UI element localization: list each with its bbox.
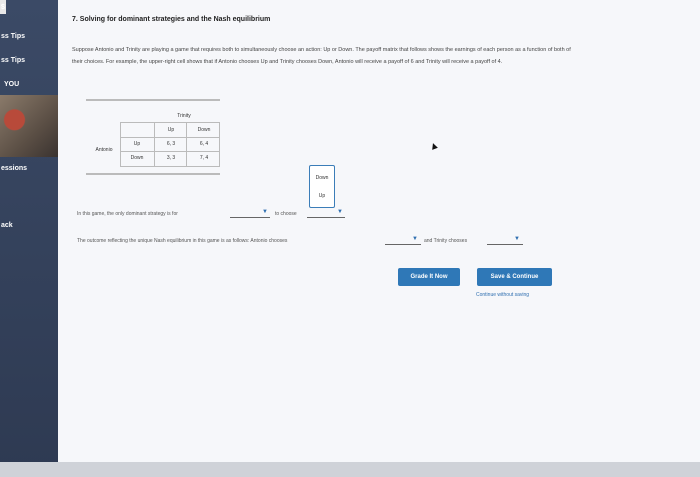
- sidebar-item-dollar[interactable]: $: [1, 4, 5, 11]
- dropdown-option-up[interactable]: Up: [310, 193, 334, 199]
- grade-it-now-button[interactable]: Grade It Now: [398, 268, 460, 286]
- sidebar-item-back[interactable]: ack: [1, 222, 13, 229]
- chevron-down-icon[interactable]: ▼: [262, 209, 268, 215]
- matrix-row-player: Antonio: [95, 147, 113, 153]
- sidebar-item-sessions[interactable]: essions: [1, 165, 27, 172]
- matrix-cell-down-up: 3, 3: [166, 155, 176, 161]
- matrix-cell-down-down: 7, 4: [199, 155, 209, 161]
- strategy-dropdown-menu[interactable]: Down Up: [309, 165, 335, 208]
- sidebar-item-tips-2[interactable]: ss Tips: [1, 57, 25, 64]
- matrix-cell-up-down: 6, 4: [199, 141, 209, 147]
- sidebar: $ ss Tips ss Tips YOU essions ack: [0, 0, 58, 477]
- matrix-col-header-down: Down: [197, 127, 211, 133]
- question-paragraph: Suppose Antonio and Trinity are playing …: [72, 47, 571, 65]
- matrix-col-header-up: Up: [167, 127, 175, 133]
- dropdown-option-down[interactable]: Down: [310, 175, 334, 181]
- matrix-row-header-up: Up: [133, 141, 141, 147]
- chevron-down-icon[interactable]: ▼: [412, 236, 418, 242]
- sentence1-middle: to choose: [275, 211, 297, 217]
- question-title: 7. Solving for dominant strategies and t…: [72, 16, 271, 23]
- sidebar-item-you[interactable]: YOU: [4, 81, 19, 88]
- chevron-down-icon[interactable]: ▼: [337, 209, 343, 215]
- sentence2-middle: and Trinity chooses: [424, 238, 468, 244]
- bottom-bar: [0, 462, 700, 477]
- matrix-top-rule: [86, 99, 220, 101]
- sidebar-item-tips-1[interactable]: ss Tips: [1, 33, 25, 40]
- matrix-cell-up-up: 6, 3: [166, 141, 176, 147]
- continue-without-saving-link[interactable]: Continue without saving: [476, 292, 529, 298]
- sentence2-prefix: The outcome reflecting the unique Nash e…: [77, 238, 288, 244]
- chevron-down-icon[interactable]: ▼: [514, 236, 520, 242]
- sidebar-photo: [0, 95, 58, 157]
- sentence1-prefix: In this game, the only dominant strategy…: [77, 211, 178, 217]
- save-and-continue-button[interactable]: Save & Continue: [477, 268, 552, 286]
- matrix-bottom-rule: [86, 173, 220, 175]
- matrix-col-player: Trinity: [177, 113, 191, 119]
- matrix-row-header-down: Down: [130, 155, 144, 161]
